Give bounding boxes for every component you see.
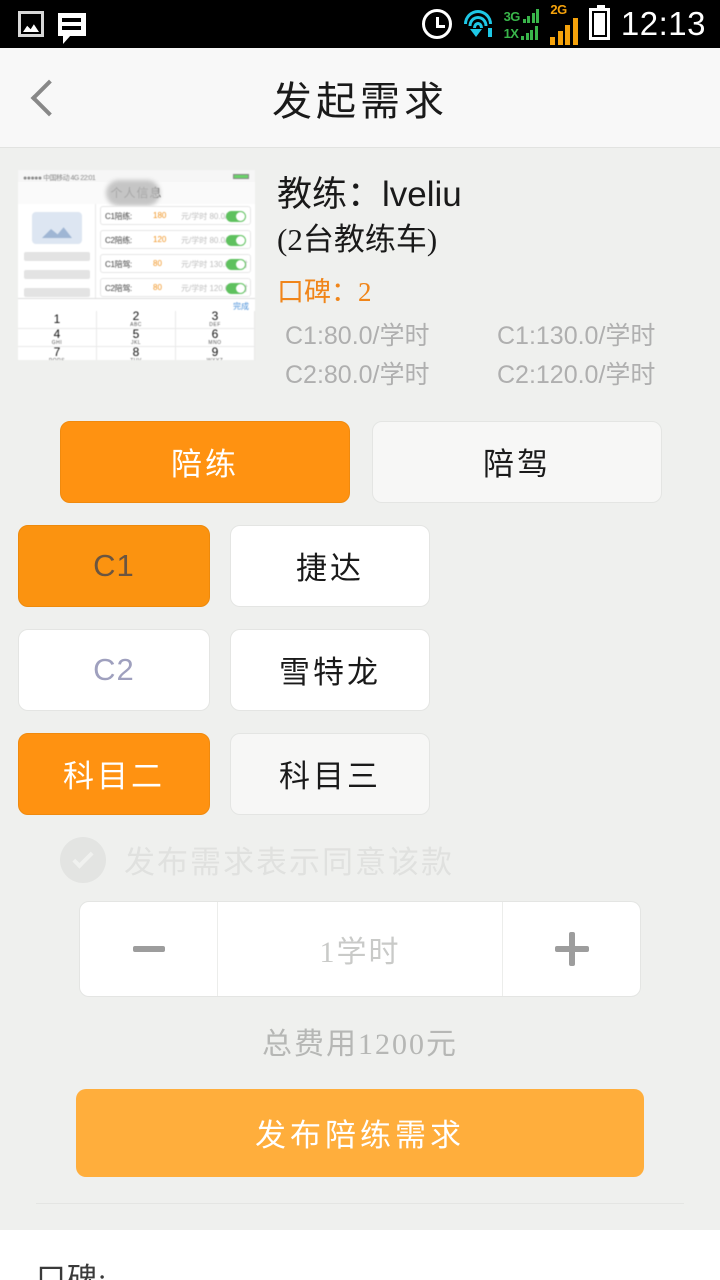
thumb-row-label: C2陪驾: bbox=[105, 284, 132, 293]
vehicle-option-xuetelong[interactable]: 雪特龙 bbox=[230, 628, 430, 711]
publish-request-button[interactable]: 发布陪练需求 bbox=[76, 1088, 644, 1177]
coach-name-prefix: 教练： bbox=[277, 175, 383, 214]
minus-icon bbox=[132, 945, 165, 952]
check-icon bbox=[72, 847, 94, 869]
thumb-row: C1陪练: 180 元/学时 80.0/学时 bbox=[100, 206, 251, 225]
navigation-bar: 发起需求 bbox=[0, 48, 720, 148]
options-section: 陪练 陪驾 C1 捷达 C2 雪特龙 科目二 科目三 bbox=[0, 409, 720, 815]
service-type-option-peilian[interactable]: 陪练 bbox=[60, 420, 350, 503]
thumb-key: 8TUV bbox=[97, 346, 176, 360]
coach-name-value: lveliu bbox=[382, 175, 462, 214]
coach-car-count: (2台教练车) bbox=[277, 222, 438, 258]
stepper-increase-button[interactable] bbox=[502, 901, 640, 996]
app-screen: 3G 1X 2G 12:13 发起需求 ●●●●● 中国移动 4G 22:01 … bbox=[0, 0, 720, 1280]
coach-reputation: 口碑：2 bbox=[277, 277, 372, 308]
service-type-row: 陪练 陪驾 bbox=[18, 420, 702, 503]
thumb-row: C2陪驾: 80 元/学时 120.0/学时 bbox=[100, 278, 251, 297]
license-vehicle-row-1: C1 捷达 bbox=[18, 524, 702, 607]
signal-2g-icon: 2G bbox=[550, 3, 578, 45]
thumb-row-value: 120 bbox=[153, 235, 167, 244]
plus-icon bbox=[554, 931, 589, 966]
thumb-key: 9WXYZ bbox=[176, 346, 255, 360]
thumb-sidebar bbox=[18, 204, 96, 302]
price-row: C1:80.0/学时 bbox=[285, 322, 430, 351]
thumb-row: C2陪练: 120 元/学时 80.0/学时 bbox=[100, 230, 251, 249]
price-row: C2:80.0/学时 bbox=[285, 361, 430, 390]
clock-icon bbox=[421, 9, 452, 39]
thumb-keypad: 完成 1 2ABC 3DEF 4GHI 5JKL 6MNO 7PQRS 8TUV… bbox=[18, 298, 255, 360]
thumb-toggle-icon bbox=[226, 235, 246, 246]
thumb-row-value: 180 bbox=[153, 211, 167, 220]
thumb-battery-icon bbox=[233, 173, 249, 179]
hours-stepper: 1学时 bbox=[79, 900, 641, 997]
thumb-row-value: 80 bbox=[153, 259, 162, 268]
coach-info: 教练：lveliu (2台教练车) 口碑：2 C1:80.0/学时 C2:80.… bbox=[255, 170, 701, 395]
status-bar-clock: 12:13 bbox=[620, 5, 706, 42]
status-bar: 3G 1X 2G 12:13 bbox=[0, 0, 720, 48]
net-3g-label: 3G bbox=[503, 9, 521, 24]
thumb-key: 7PQRS bbox=[18, 346, 97, 360]
license-option-c1[interactable]: C1 bbox=[18, 524, 210, 607]
net-1x-label: 1X bbox=[503, 26, 519, 41]
reputation-section: 口碑: bbox=[0, 1229, 720, 1280]
thumb-row-label: C2陪练: bbox=[105, 236, 132, 245]
agreement-text: 发布需求表示同意该款 bbox=[124, 845, 454, 881]
coach-price-grid: C1:80.0/学时 C2:80.0/学时 C1:130.0/学时 C2:120… bbox=[277, 317, 701, 395]
status-bar-right: 3G 1X 2G 12:13 bbox=[421, 3, 706, 45]
thumb-toggle-icon bbox=[226, 211, 246, 222]
subject-option-two[interactable]: 科目二 bbox=[18, 732, 210, 815]
message-icon bbox=[58, 12, 86, 44]
status-bar-left bbox=[18, 11, 86, 44]
subject-row: 科目二 科目三 bbox=[18, 732, 702, 815]
coach-name: 教练：lveliu bbox=[277, 174, 701, 215]
price-row: C2:120.0/学时 bbox=[497, 361, 656, 390]
license-option-c2[interactable]: C2 bbox=[18, 628, 210, 711]
gallery-icon bbox=[18, 11, 44, 37]
stepper-decrease-button[interactable] bbox=[80, 901, 218, 996]
reputation-section-title: 口碑: bbox=[36, 1262, 108, 1280]
thumb-row-value: 80 bbox=[153, 283, 162, 292]
agreement-row[interactable]: 发布需求表示同意该款 bbox=[0, 835, 720, 883]
service-type-option-peijia[interactable]: 陪驾 bbox=[372, 420, 662, 503]
price-column-left: C1:80.0/学时 C2:80.0/学时 bbox=[277, 317, 489, 395]
thumb-row-label: C1陪驾: bbox=[105, 260, 132, 269]
net-2g-label: 2G bbox=[550, 2, 567, 17]
thumb-row: C1陪驾: 80 元/学时 130.0/学时 bbox=[100, 254, 251, 273]
license-vehicle-row-2: C2 雪特龙 bbox=[18, 628, 702, 711]
coach-summary: ●●●●● 中国移动 4G 22:01 个人信息 C1陪练: 180 元/学时 … bbox=[0, 148, 720, 409]
thumb-row-list: C1陪练: 180 元/学时 80.0/学时 C2陪练: 120 元/学时 80… bbox=[100, 206, 251, 313]
thumb-avatar-icon bbox=[32, 212, 82, 244]
agreement-checkbox[interactable] bbox=[60, 836, 106, 883]
stepper-value[interactable]: 1学时 bbox=[218, 927, 502, 971]
thumb-toggle-icon bbox=[226, 259, 246, 270]
price-row: C1:130.0/学时 bbox=[497, 322, 656, 351]
thumb-toggle-icon bbox=[226, 283, 246, 294]
coach-screenshot-thumbnail[interactable]: ●●●●● 中国移动 4G 22:01 个人信息 C1陪练: 180 元/学时 … bbox=[18, 170, 255, 360]
battery-icon bbox=[588, 5, 610, 40]
wifi-icon bbox=[463, 10, 493, 38]
thumb-blur-overlay bbox=[106, 180, 160, 206]
page-title: 发起需求 bbox=[272, 78, 448, 124]
vehicle-option-jieda[interactable]: 捷达 bbox=[230, 524, 430, 607]
price-column-right: C1:130.0/学时 C2:120.0/学时 bbox=[489, 317, 701, 395]
subject-option-three[interactable]: 科目三 bbox=[230, 732, 430, 815]
thumb-row-label: C1陪练: bbox=[105, 212, 132, 221]
signal-3g-icon: 3G 1X bbox=[504, 8, 540, 40]
total-cost-label: 总费用1200元 bbox=[262, 1027, 458, 1061]
